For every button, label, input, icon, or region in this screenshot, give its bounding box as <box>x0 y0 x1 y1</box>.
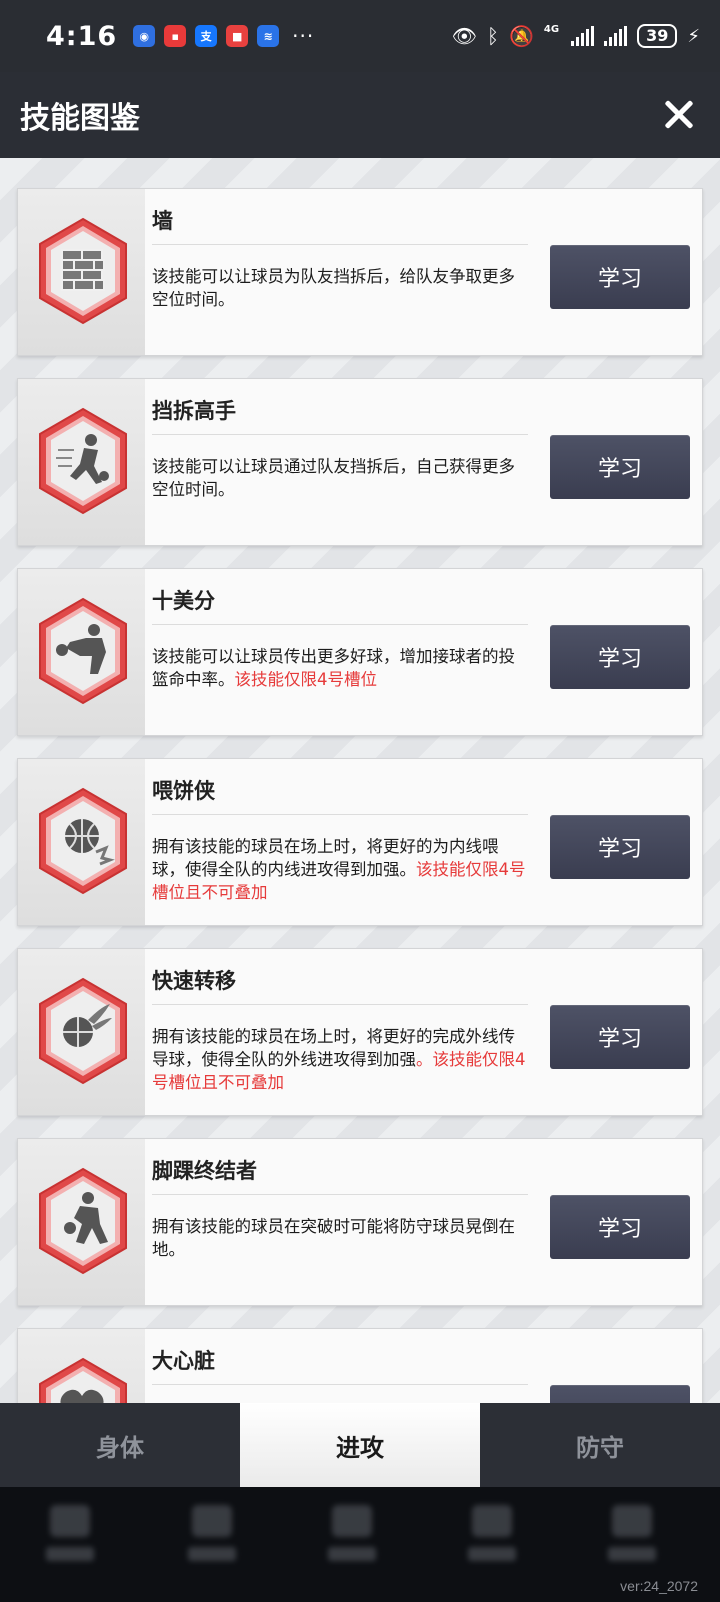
skill-description: 该技能可以让球员传出更多好球，增加接球者的投篮命中率。该技能仅限4号槽位 <box>152 645 528 691</box>
notification-icons: ◉ ▪ 支 ■ ≋ ··· <box>133 24 314 48</box>
status-bar: 4:16 ◉ ▪ 支 ■ ≋ ··· 👁 ᛒ 🔕 4G 39 ⚡ <box>0 0 720 72</box>
skill-card: 快速转移拥有该技能的球员在场上时，将更好的完成外线传导球，使得全队的外线进攻得到… <box>17 948 703 1116</box>
blurred-nav-item <box>40 1505 100 1575</box>
status-time: 4:16 <box>46 20 118 52</box>
signal-icon <box>571 26 595 46</box>
signal-icon-2 <box>604 26 628 46</box>
skill-name: 脚踝终结者 <box>152 1159 257 1183</box>
learn-button[interactable]: 学习 <box>550 625 690 689</box>
learn-button[interactable]: 学习 <box>550 245 690 309</box>
skill-icon-panel <box>18 759 145 925</box>
divider <box>152 1004 528 1005</box>
blurred-nav-item <box>462 1505 522 1575</box>
heart-icon <box>36 1356 130 1403</box>
skill-icon-panel <box>18 569 145 735</box>
passing-player-icon <box>36 596 130 706</box>
crossover-player-icon <box>36 1166 130 1276</box>
page-title: 技能图鉴 <box>20 101 140 136</box>
skill-card: 喂饼侠拥有该技能的球员在场上时，将更好的为内线喂球，使得全队的内线进攻得到加强。… <box>17 758 703 926</box>
wifi-app-icon: ≋ <box>257 25 280 47</box>
skill-name: 大心脏 <box>152 1349 215 1373</box>
skill-description: 该技能可以让球员通过队友挡拆后，自己获得更多空位时间。 <box>152 455 528 501</box>
version-label: ver:24_2072 <box>620 1578 698 1594</box>
huawei-store-icon: ■ <box>226 25 249 47</box>
skill-description-text: 该技能可以让球员通过队友挡拆后，自己获得更多空位时间。 <box>152 457 515 499</box>
wall-icon <box>36 216 130 326</box>
learn-button[interactable]: 学习 <box>550 1195 690 1259</box>
dribbling-player-icon <box>36 406 130 516</box>
skill-description-text: 该技能可以让球员为队友挡拆后，给队友争取更多空位时间。 <box>152 267 515 309</box>
eye-icon: 👁 <box>451 24 478 48</box>
learn-button[interactable]: 学习 <box>550 1385 690 1403</box>
skill-card: 墙该技能可以让球员为队友挡拆后，给队友争取更多空位时间。 学习 <box>17 188 703 356</box>
skill-description: 拥有该技能的球员在突破时可能将防守球员晃倒在地。 <box>152 1215 528 1261</box>
learn-button[interactable]: 学习 <box>550 1005 690 1069</box>
divider <box>152 244 528 245</box>
skill-description: 拥有该技能的球员在场上时，将更好的为内线喂球，使得全队的内线进攻得到加强。该技能… <box>152 835 528 904</box>
winged-basketball-icon <box>36 976 130 1086</box>
app-icon-blue: ◉ <box>133 25 156 47</box>
skill-name: 墙 <box>152 209 173 233</box>
skill-card: 大心脏学习 <box>17 1328 703 1403</box>
skill-restriction-text: 该技能仅限4号槽位 <box>234 670 378 689</box>
page-header: 技能图鉴 <box>0 72 720 158</box>
tab-offense[interactable]: 进攻 <box>240 1403 480 1487</box>
divider <box>152 434 528 435</box>
skill-name: 挡拆高手 <box>152 399 236 423</box>
learn-button[interactable]: 学习 <box>550 815 690 879</box>
skill-list[interactable]: 墙该技能可以让球员为队友挡拆后，给队友争取更多空位时间。 学习 挡拆高手 该技能可以让… <box>0 158 720 1403</box>
skill-description: 该技能可以让球员为队友挡拆后，给队友争取更多空位时间。 <box>152 265 528 311</box>
learn-button[interactable]: 学习 <box>550 435 690 499</box>
divider <box>152 1384 528 1385</box>
tab-body[interactable]: 身体 <box>0 1403 240 1487</box>
skill-description-text: 拥有该技能的球员在突破时可能将防守球员晃倒在地。 <box>152 1217 515 1259</box>
skill-icon-panel <box>18 1139 145 1305</box>
system-icons: 👁 ᛒ 🔕 4G 39 ⚡ <box>452 24 700 48</box>
divider <box>152 624 528 625</box>
tab-defense[interactable]: 防守 <box>480 1403 720 1487</box>
skill-card: 脚踝终结者拥有该技能的球员在突破时可能将防守球员晃倒在地。 学习 <box>17 1138 703 1306</box>
divider <box>152 814 528 815</box>
basketball-impact-icon <box>36 786 130 896</box>
battery-indicator: 39 <box>637 24 678 48</box>
skill-icon-panel <box>18 949 145 1115</box>
alipay-icon: 支 <box>195 25 218 47</box>
game-bottom-nav: ver:24_2072 <box>0 1487 720 1602</box>
close-button[interactable] <box>660 96 698 134</box>
bluetooth-icon: ᛒ <box>487 24 500 48</box>
charging-icon: ⚡ <box>687 25 700 47</box>
blurred-nav-item <box>322 1505 382 1575</box>
skill-name: 十美分 <box>152 589 215 613</box>
blurred-nav-item <box>182 1505 242 1575</box>
skill-card: 十美分该技能可以让球员传出更多好球，增加接球者的投篮命中率。该技能仅限4号槽位学… <box>17 568 703 736</box>
skill-name: 喂饼侠 <box>152 779 215 803</box>
skill-icon-panel <box>18 1329 145 1403</box>
divider <box>152 1194 528 1195</box>
mute-bell-icon: 🔕 <box>509 24 534 48</box>
category-tabs: 身体 进攻 防守 <box>0 1403 720 1487</box>
network-type: 4G <box>543 24 560 35</box>
skill-description: 拥有该技能的球员在场上时，将更好的完成外线传导球，使得全队的外线进攻得到加强。该… <box>152 1025 528 1094</box>
skill-icon-panel <box>18 189 145 355</box>
blurred-nav-item <box>602 1505 662 1575</box>
skill-card: 挡拆高手该技能可以让球员通过队友挡拆后，自己获得更多空位时间。 学习 <box>17 378 703 546</box>
more-notifications-icon: ··· <box>292 24 315 48</box>
skill-name: 快速转移 <box>152 969 236 993</box>
skill-icon-panel <box>18 379 145 545</box>
xiaohongshu-icon: ▪ <box>164 25 187 47</box>
